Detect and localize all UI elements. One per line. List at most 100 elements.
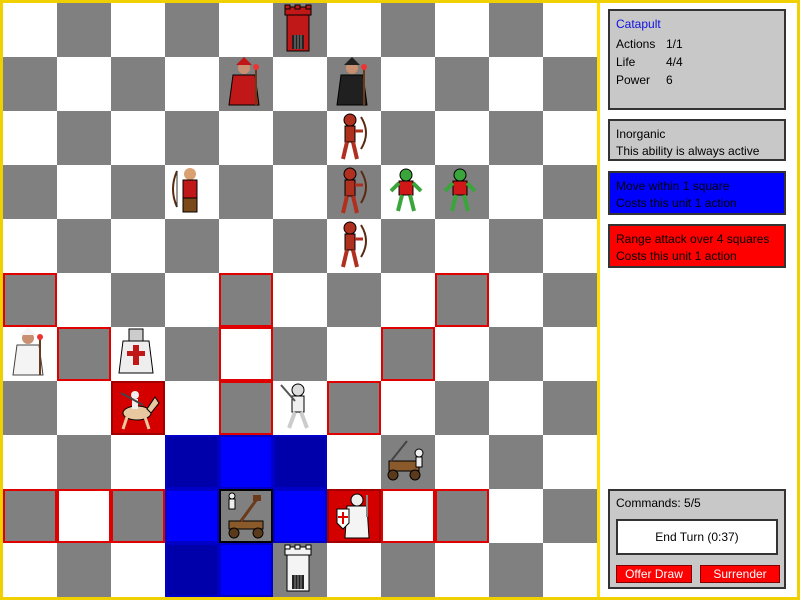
board-square[interactable] bbox=[489, 219, 543, 273]
board-square[interactable] bbox=[111, 165, 165, 219]
board-square[interactable] bbox=[381, 3, 435, 57]
board-square[interactable] bbox=[219, 3, 273, 57]
archer-piece-icon[interactable] bbox=[165, 165, 215, 215]
board-square[interactable] bbox=[273, 57, 327, 111]
tower-piece-icon[interactable] bbox=[273, 3, 323, 53]
board-square[interactable] bbox=[381, 57, 435, 111]
cavalry-piece-icon[interactable] bbox=[113, 383, 163, 433]
board-square[interactable] bbox=[219, 165, 273, 219]
offer-draw-button[interactable]: Offer Draw bbox=[616, 565, 692, 583]
board-square[interactable] bbox=[273, 381, 327, 435]
tower-piece-icon[interactable] bbox=[273, 543, 323, 593]
board-square[interactable] bbox=[3, 219, 57, 273]
board-square[interactable] bbox=[543, 489, 597, 543]
board-square[interactable] bbox=[435, 111, 489, 165]
swordsman-piece-icon[interactable] bbox=[273, 381, 323, 431]
board-square[interactable] bbox=[57, 273, 111, 327]
board-square[interactable] bbox=[3, 381, 57, 435]
board-square[interactable] bbox=[543, 219, 597, 273]
board-square[interactable] bbox=[381, 381, 435, 435]
board-square[interactable] bbox=[327, 327, 381, 381]
board-square[interactable] bbox=[543, 57, 597, 111]
board-square[interactable] bbox=[435, 57, 489, 111]
board-square[interactable] bbox=[435, 435, 489, 489]
board-square[interactable] bbox=[57, 57, 111, 111]
board-square[interactable] bbox=[273, 435, 327, 489]
board-square[interactable] bbox=[381, 111, 435, 165]
board-square[interactable] bbox=[111, 381, 165, 435]
board-square[interactable] bbox=[273, 111, 327, 165]
zombie-piece-icon[interactable] bbox=[435, 165, 485, 215]
board-square[interactable] bbox=[111, 3, 165, 57]
board-square[interactable] bbox=[327, 3, 381, 57]
board-square[interactable] bbox=[219, 543, 273, 597]
skeleton-archer-piece-icon[interactable] bbox=[327, 219, 377, 269]
board-square[interactable] bbox=[3, 543, 57, 597]
knight-piece-icon[interactable] bbox=[111, 327, 161, 377]
board-square[interactable] bbox=[327, 219, 381, 273]
board-square[interactable] bbox=[3, 273, 57, 327]
board-square[interactable] bbox=[273, 489, 327, 543]
board-square[interactable] bbox=[543, 273, 597, 327]
board-square[interactable] bbox=[381, 165, 435, 219]
board-square[interactable] bbox=[111, 273, 165, 327]
board-square[interactable] bbox=[381, 273, 435, 327]
board-square[interactable] bbox=[327, 489, 381, 543]
board-square[interactable] bbox=[327, 111, 381, 165]
board-square[interactable] bbox=[165, 435, 219, 489]
board-square[interactable] bbox=[327, 165, 381, 219]
board-square[interactable] bbox=[219, 57, 273, 111]
ability-move-button[interactable]: Move within 1 square Costs this unit 1 a… bbox=[608, 171, 786, 215]
board-square[interactable] bbox=[219, 489, 273, 543]
board-square[interactable] bbox=[219, 381, 273, 435]
board-square[interactable] bbox=[3, 489, 57, 543]
board-square[interactable] bbox=[3, 165, 57, 219]
end-turn-button[interactable]: End Turn (0:37) bbox=[616, 519, 778, 555]
board-square[interactable] bbox=[165, 57, 219, 111]
board-square[interactable] bbox=[165, 111, 219, 165]
board-square[interactable] bbox=[111, 57, 165, 111]
board-square[interactable] bbox=[165, 165, 219, 219]
board-square[interactable] bbox=[111, 489, 165, 543]
board-square[interactable] bbox=[273, 165, 327, 219]
board-square[interactable] bbox=[435, 219, 489, 273]
board-square[interactable] bbox=[543, 543, 597, 597]
wizard-piece-icon[interactable] bbox=[327, 57, 377, 107]
board-square[interactable] bbox=[57, 165, 111, 219]
board-square[interactable] bbox=[381, 219, 435, 273]
board-square[interactable] bbox=[165, 381, 219, 435]
board-square[interactable] bbox=[165, 219, 219, 273]
board-square[interactable] bbox=[57, 327, 111, 381]
board-square[interactable] bbox=[57, 543, 111, 597]
board-square[interactable] bbox=[543, 165, 597, 219]
board-square[interactable] bbox=[273, 543, 327, 597]
board-square[interactable] bbox=[327, 543, 381, 597]
board-square[interactable] bbox=[381, 435, 435, 489]
board-square[interactable] bbox=[3, 111, 57, 165]
board-square[interactable] bbox=[3, 3, 57, 57]
board-square[interactable] bbox=[165, 543, 219, 597]
board-square[interactable] bbox=[273, 273, 327, 327]
board-square[interactable] bbox=[381, 489, 435, 543]
board-square[interactable] bbox=[435, 489, 489, 543]
board-square[interactable] bbox=[219, 219, 273, 273]
board-square[interactable] bbox=[435, 3, 489, 57]
catapult-piece-icon[interactable] bbox=[221, 491, 271, 541]
paladin-piece-icon[interactable] bbox=[329, 491, 379, 541]
board-square[interactable] bbox=[273, 3, 327, 57]
board-square[interactable] bbox=[111, 327, 165, 381]
board-square[interactable] bbox=[3, 57, 57, 111]
ability-range-attack-button[interactable]: Range attack over 4 squares Costs this u… bbox=[608, 224, 786, 268]
board-square[interactable] bbox=[435, 273, 489, 327]
board-square[interactable] bbox=[57, 219, 111, 273]
board-square[interactable] bbox=[543, 381, 597, 435]
board-square[interactable] bbox=[111, 435, 165, 489]
board-square[interactable] bbox=[219, 327, 273, 381]
board-square[interactable] bbox=[219, 111, 273, 165]
game-board[interactable] bbox=[3, 3, 597, 597]
board-square[interactable] bbox=[3, 327, 57, 381]
board-square[interactable] bbox=[489, 435, 543, 489]
board-square[interactable] bbox=[489, 165, 543, 219]
wizard-piece-icon[interactable] bbox=[3, 327, 53, 377]
board-square[interactable] bbox=[489, 57, 543, 111]
